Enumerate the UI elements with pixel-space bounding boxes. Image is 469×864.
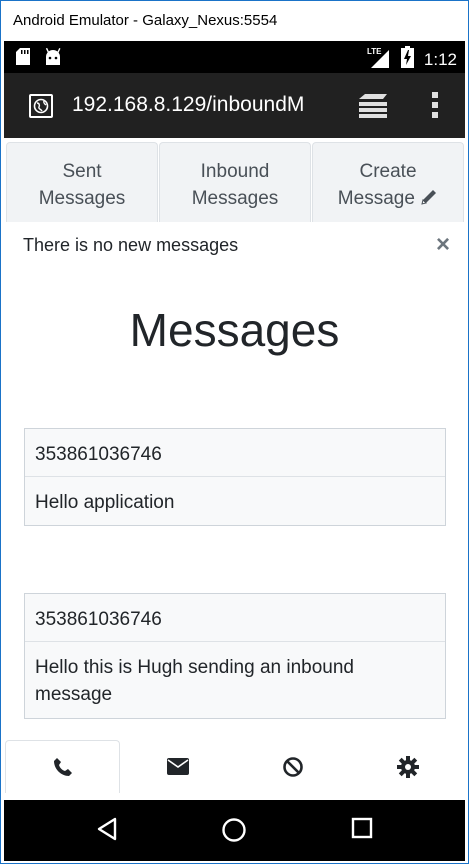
- ban-icon: [282, 756, 303, 777]
- bottom-nav: [4, 740, 465, 803]
- tabs-icon[interactable]: [357, 93, 389, 124]
- alert-banner: There is no new messages ×: [4, 226, 465, 270]
- nav-messages[interactable]: [120, 740, 235, 793]
- close-icon[interactable]: ×: [436, 231, 450, 259]
- device-screen: LTE 1:12 192.168.8.129/inboundM Sent Mes…: [4, 41, 465, 861]
- status-time: 1:12: [423, 49, 457, 69]
- lte-signal-icon: LTE: [367, 46, 391, 73]
- url-bar[interactable]: 192.168.8.129/inboundM: [72, 93, 304, 117]
- message-card: 353861036746 Hello this is Hugh sending …: [24, 593, 446, 719]
- gear-icon: [396, 755, 419, 778]
- tab-label-line2: Messages: [191, 188, 279, 209]
- web-content: Sent Messages Inbound Messages Create Me…: [4, 138, 465, 800]
- message-card: 353861036746 Hello application: [24, 428, 446, 526]
- top-tabs: Sent Messages Inbound Messages Create Me…: [6, 142, 464, 222]
- sd-card-icon: [16, 48, 30, 70]
- tab-label-line2: Message: [337, 188, 415, 209]
- nav-settings[interactable]: [350, 740, 465, 793]
- tab-label-line1: Create: [359, 161, 417, 182]
- tab-label-line1: Inbound: [200, 161, 270, 182]
- page-title: Messages: [129, 304, 340, 356]
- window-titlebar: Android Emulator - Galaxy_Nexus:5554: [1, 1, 468, 41]
- nav-phone[interactable]: [5, 740, 120, 793]
- status-bar: LTE 1:12: [4, 41, 465, 73]
- tab-sent-messages[interactable]: Sent Messages: [6, 142, 158, 222]
- battery-charging-icon: [400, 46, 414, 73]
- svg-text:LTE: LTE: [367, 47, 382, 56]
- overflow-menu-icon[interactable]: [431, 91, 439, 124]
- tab-label-line1: Sent: [62, 161, 102, 182]
- phone-icon: [53, 758, 72, 776]
- recents-icon[interactable]: [351, 817, 373, 844]
- message-body: Hello application: [35, 492, 175, 513]
- tab-label-line2: Messages: [38, 188, 126, 209]
- browser-toolbar: 192.168.8.129/inboundM: [4, 73, 465, 138]
- message-sender: 353861036746: [25, 429, 445, 477]
- site-info-icon[interactable]: [29, 94, 53, 118]
- alert-text: There is no new messages: [23, 235, 239, 255]
- nav-blocked[interactable]: [235, 740, 350, 793]
- tab-inbound-messages[interactable]: Inbound Messages: [159, 142, 311, 222]
- message-body: Hello this is Hugh sending an inbound me…: [35, 657, 354, 705]
- tab-label-line2-wrap: Message: [313, 185, 463, 212]
- back-icon[interactable]: [95, 817, 119, 846]
- window-title: Android Emulator - Galaxy_Nexus:5554: [13, 12, 278, 29]
- emulator-window: Android Emulator - Galaxy_Nexus:5554 LTE…: [0, 0, 469, 864]
- android-icon: [44, 47, 62, 70]
- home-icon[interactable]: [221, 817, 247, 848]
- android-nav-bar: [4, 800, 465, 861]
- envelope-icon: [166, 758, 189, 775]
- message-sender: 353861036746: [25, 594, 445, 642]
- pencil-icon: [421, 190, 437, 205]
- tab-create-message[interactable]: Create Message: [312, 142, 464, 222]
